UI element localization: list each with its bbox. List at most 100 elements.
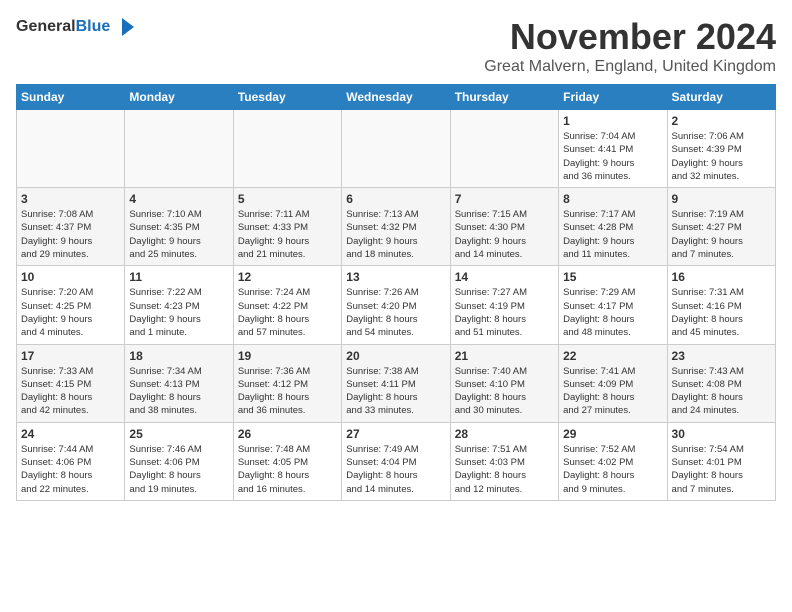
- day-number: 20: [346, 349, 445, 363]
- day-number: 29: [563, 427, 662, 441]
- day-info: Sunrise: 7:13 AM Sunset: 4:32 PM Dayligh…: [346, 208, 445, 261]
- day-info: Sunrise: 7:52 AM Sunset: 4:02 PM Dayligh…: [563, 443, 662, 496]
- day-info: Sunrise: 7:48 AM Sunset: 4:05 PM Dayligh…: [238, 443, 337, 496]
- calendar-day-cell: 6 Sunrise: 7:13 AM Sunset: 4:32 PM Daylig…: [342, 188, 450, 266]
- day-info: Sunrise: 7:49 AM Sunset: 4:04 PM Dayligh…: [346, 443, 445, 496]
- calendar-day-cell: 3Sunrise: 7:08 AM Sunset: 4:37 PM Daylig…: [17, 188, 125, 266]
- day-info: Sunrise: 7:29 AM Sunset: 4:17 PM Dayligh…: [563, 286, 662, 339]
- calendar-week-row: 24 Sunrise: 7:44 AM Sunset: 4:06 PM Dayli…: [17, 422, 776, 500]
- calendar-day-cell: 24 Sunrise: 7:44 AM Sunset: 4:06 PM Dayli…: [17, 422, 125, 500]
- day-info: Sunrise: 7:10 AM Sunset: 4:35 PM Dayligh…: [129, 208, 228, 261]
- logo: GeneralBlue: [16, 16, 136, 38]
- day-info: Sunrise: 7:11 AM Sunset: 4:33 PM Dayligh…: [238, 208, 337, 261]
- day-info: Sunrise: 7:04 AM Sunset: 4:41 PM Dayligh…: [563, 130, 662, 183]
- logo-blue: Blue: [76, 18, 111, 35]
- calendar-day-cell: 19Sunrise: 7:36 AM Sunset: 4:12 PM Dayli…: [233, 344, 341, 422]
- calendar-weekday-header: Friday: [559, 85, 667, 110]
- day-info: Sunrise: 7:06 AM Sunset: 4:39 PM Dayligh…: [672, 130, 771, 183]
- calendar-day-cell: 8 Sunrise: 7:17 AM Sunset: 4:28 PM Daylig…: [559, 188, 667, 266]
- calendar-day-cell: 28 Sunrise: 7:51 AM Sunset: 4:03 PM Dayli…: [450, 422, 558, 500]
- calendar-day-cell: 13 Sunrise: 7:26 AM Sunset: 4:20 PM Dayli…: [342, 266, 450, 344]
- calendar-weekday-header: Sunday: [17, 85, 125, 110]
- calendar-week-row: 3Sunrise: 7:08 AM Sunset: 4:37 PM Daylig…: [17, 188, 776, 266]
- day-number: 5: [238, 192, 337, 206]
- logo-general: GeneralBlue: [16, 18, 110, 36]
- calendar-day-cell: 7Sunrise: 7:15 AM Sunset: 4:30 PM Daylig…: [450, 188, 558, 266]
- day-number: 28: [455, 427, 554, 441]
- calendar-week-row: 17 Sunrise: 7:33 AM Sunset: 4:15 PM Dayli…: [17, 344, 776, 422]
- day-number: 10: [21, 270, 120, 284]
- calendar-day-cell: [125, 110, 233, 188]
- calendar-week-row: 10 Sunrise: 7:20 AM Sunset: 4:25 PM Dayli…: [17, 266, 776, 344]
- calendar-day-cell: [17, 110, 125, 188]
- calendar-day-cell: 11 Sunrise: 7:22 AM Sunset: 4:23 PM Dayli…: [125, 266, 233, 344]
- calendar-day-cell: 30Sunrise: 7:54 AM Sunset: 4:01 PM Dayli…: [667, 422, 775, 500]
- calendar-day-cell: 10 Sunrise: 7:20 AM Sunset: 4:25 PM Dayli…: [17, 266, 125, 344]
- day-number: 14: [455, 270, 554, 284]
- calendar-header-row: SundayMondayTuesdayWednesdayThursdayFrid…: [17, 85, 776, 110]
- day-info: Sunrise: 7:34 AM Sunset: 4:13 PM Dayligh…: [129, 365, 228, 418]
- day-number: 17: [21, 349, 120, 363]
- calendar-day-cell: 2Sunrise: 7:06 AM Sunset: 4:39 PM Daylig…: [667, 110, 775, 188]
- day-info: Sunrise: 7:41 AM Sunset: 4:09 PM Dayligh…: [563, 365, 662, 418]
- calendar-day-cell: 18Sunrise: 7:34 AM Sunset: 4:13 PM Dayli…: [125, 344, 233, 422]
- day-info: Sunrise: 7:19 AM Sunset: 4:27 PM Dayligh…: [672, 208, 771, 261]
- day-info: Sunrise: 7:08 AM Sunset: 4:37 PM Dayligh…: [21, 208, 120, 261]
- day-info: Sunrise: 7:22 AM Sunset: 4:23 PM Dayligh…: [129, 286, 228, 339]
- day-info: Sunrise: 7:27 AM Sunset: 4:19 PM Dayligh…: [455, 286, 554, 339]
- calendar-day-cell: 20 Sunrise: 7:38 AM Sunset: 4:11 PM Dayli…: [342, 344, 450, 422]
- day-number: 8: [563, 192, 662, 206]
- day-number: 13: [346, 270, 445, 284]
- calendar-day-cell: 26 Sunrise: 7:48 AM Sunset: 4:05 PM Dayli…: [233, 422, 341, 500]
- day-number: 19: [238, 349, 337, 363]
- calendar-day-cell: 21Sunrise: 7:40 AM Sunset: 4:10 PM Dayli…: [450, 344, 558, 422]
- calendar-day-cell: 9 Sunrise: 7:19 AM Sunset: 4:27 PM Daylig…: [667, 188, 775, 266]
- calendar-day-cell: 12Sunrise: 7:24 AM Sunset: 4:22 PM Dayli…: [233, 266, 341, 344]
- day-info: Sunrise: 7:40 AM Sunset: 4:10 PM Dayligh…: [455, 365, 554, 418]
- day-number: 15: [563, 270, 662, 284]
- calendar-day-cell: 1 Sunrise: 7:04 AM Sunset: 4:41 PM Daylig…: [559, 110, 667, 188]
- day-number: 25: [129, 427, 228, 441]
- calendar-weekday-header: Tuesday: [233, 85, 341, 110]
- calendar-day-cell: 29 Sunrise: 7:52 AM Sunset: 4:02 PM Dayli…: [559, 422, 667, 500]
- calendar-day-cell: 22Sunrise: 7:41 AM Sunset: 4:09 PM Dayli…: [559, 344, 667, 422]
- day-number: 12: [238, 270, 337, 284]
- title-section: November 2024 Great Malvern, England, Un…: [484, 16, 776, 76]
- day-info: Sunrise: 7:20 AM Sunset: 4:25 PM Dayligh…: [21, 286, 120, 339]
- location-title: Great Malvern, England, United Kingdom: [484, 58, 776, 76]
- day-number: 24: [21, 427, 120, 441]
- day-number: 4: [129, 192, 228, 206]
- calendar-day-cell: 17 Sunrise: 7:33 AM Sunset: 4:15 PM Dayli…: [17, 344, 125, 422]
- day-number: 11: [129, 270, 228, 284]
- day-info: Sunrise: 7:43 AM Sunset: 4:08 PM Dayligh…: [672, 365, 771, 418]
- day-number: 30: [672, 427, 771, 441]
- day-number: 1: [563, 114, 662, 128]
- day-info: Sunrise: 7:15 AM Sunset: 4:30 PM Dayligh…: [455, 208, 554, 261]
- day-number: 9: [672, 192, 771, 206]
- calendar-day-cell: 4 Sunrise: 7:10 AM Sunset: 4:35 PM Daylig…: [125, 188, 233, 266]
- calendar-day-cell: [342, 110, 450, 188]
- day-number: 16: [672, 270, 771, 284]
- calendar-week-row: 1 Sunrise: 7:04 AM Sunset: 4:41 PM Daylig…: [17, 110, 776, 188]
- calendar-weekday-header: Monday: [125, 85, 233, 110]
- calendar-day-cell: [233, 110, 341, 188]
- calendar-day-cell: 5 Sunrise: 7:11 AM Sunset: 4:33 PM Daylig…: [233, 188, 341, 266]
- day-info: Sunrise: 7:33 AM Sunset: 4:15 PM Dayligh…: [21, 365, 120, 418]
- day-info: Sunrise: 7:17 AM Sunset: 4:28 PM Dayligh…: [563, 208, 662, 261]
- calendar-weekday-header: Wednesday: [342, 85, 450, 110]
- calendar-day-cell: [450, 110, 558, 188]
- day-number: 23: [672, 349, 771, 363]
- day-info: Sunrise: 7:26 AM Sunset: 4:20 PM Dayligh…: [346, 286, 445, 339]
- day-number: 26: [238, 427, 337, 441]
- calendar-weekday-header: Saturday: [667, 85, 775, 110]
- calendar-weekday-header: Thursday: [450, 85, 558, 110]
- calendar-day-cell: 25Sunrise: 7:46 AM Sunset: 4:06 PM Dayli…: [125, 422, 233, 500]
- calendar: SundayMondayTuesdayWednesdayThursdayFrid…: [16, 84, 776, 501]
- day-info: Sunrise: 7:31 AM Sunset: 4:16 PM Dayligh…: [672, 286, 771, 339]
- calendar-day-cell: 15 Sunrise: 7:29 AM Sunset: 4:17 PM Dayli…: [559, 266, 667, 344]
- day-info: Sunrise: 7:38 AM Sunset: 4:11 PM Dayligh…: [346, 365, 445, 418]
- month-title: November 2024: [484, 16, 776, 58]
- day-info: Sunrise: 7:44 AM Sunset: 4:06 PM Dayligh…: [21, 443, 120, 496]
- day-number: 6: [346, 192, 445, 206]
- day-info: Sunrise: 7:51 AM Sunset: 4:03 PM Dayligh…: [455, 443, 554, 496]
